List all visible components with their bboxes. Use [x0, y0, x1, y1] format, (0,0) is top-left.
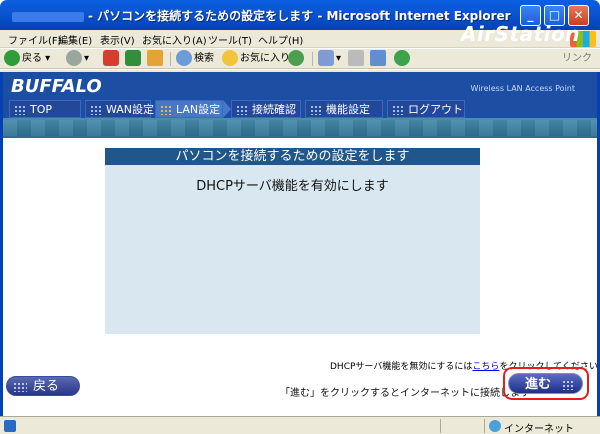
brand-header: BUFFALO Wireless LAN Access Point: [3, 72, 597, 100]
button-dots-icon: [13, 382, 27, 392]
next-button[interactable]: 進む: [508, 373, 583, 394]
window-title: - パソコンを接続するための設定をします - Microsoft Interne…: [12, 7, 511, 24]
status-divider: [440, 419, 441, 433]
panel-title: パソコンを接続するための設定をします: [105, 148, 480, 165]
mail-icon: [318, 50, 334, 66]
refresh-icon: [125, 50, 141, 66]
menu-edit[interactable]: 編集(E): [58, 32, 92, 47]
printer-icon: [348, 50, 364, 66]
disable-dhcp-link[interactable]: こちら: [472, 362, 499, 372]
messenger-button[interactable]: [394, 50, 412, 68]
browser-toolbar: 戻る ▾ ▾ 検索 お気に入り ▾ リンク: [0, 49, 600, 69]
main-nav: TOP WAN設定 LAN設定 接続確認 機能設定 ログアウト: [3, 100, 597, 118]
refresh-button[interactable]: [125, 50, 143, 68]
decorative-band: [3, 118, 597, 138]
status-bar: インターネット: [0, 416, 600, 434]
internet-zone-icon: [489, 420, 501, 432]
airstation-logo: AirStation: [460, 22, 580, 46]
menu-tools[interactable]: ツール(T): [208, 32, 252, 47]
tab-lan-settings[interactable]: LAN設定: [155, 100, 223, 118]
tab-top[interactable]: TOP: [9, 100, 81, 118]
stop-button[interactable]: [103, 50, 121, 68]
search-icon: [176, 50, 192, 66]
button-dots-icon: [562, 380, 574, 390]
buffalo-logo: BUFFALO: [11, 76, 102, 97]
menu-help[interactable]: ヘルプ(H): [258, 32, 303, 47]
settings-panel: パソコンを接続するための設定をします DHCPサーバ機能を有効にします: [105, 148, 480, 334]
toolbar-divider: [312, 52, 313, 66]
favorites-button[interactable]: お気に入り: [222, 50, 290, 68]
tab-logout[interactable]: ログアウト: [387, 100, 465, 118]
menu-file[interactable]: ファイル(F): [8, 32, 62, 47]
back-button[interactable]: 戻る ▾: [4, 50, 50, 68]
back-nav-button[interactable]: 戻る: [6, 376, 80, 396]
tab-dots-icon: [160, 105, 171, 115]
toolbar-divider: [170, 52, 171, 66]
page-status-icon: [4, 420, 16, 432]
active-tab-arrow-icon: [223, 100, 231, 118]
tab-dots-icon: [310, 105, 321, 115]
panel-message: DHCPサーバ機能を有効にします: [196, 179, 389, 194]
stop-icon: [103, 50, 119, 66]
product-subtitle: Wireless LAN Access Point: [470, 84, 575, 93]
tab-dots-icon: [236, 105, 247, 115]
tab-dots-icon: [90, 105, 101, 115]
home-button[interactable]: [147, 50, 165, 68]
security-zone-label: インターネット: [504, 424, 574, 434]
tab-feature-settings[interactable]: 機能設定: [305, 100, 383, 118]
next-instruction: 「進む」をクリックするとインターネットに接続します: [280, 388, 530, 399]
home-icon: [147, 50, 163, 66]
redacted-title-part: [12, 11, 84, 22]
tab-wan-settings[interactable]: WAN設定: [85, 100, 154, 118]
star-icon: [222, 50, 238, 66]
back-arrow-icon: [4, 50, 20, 66]
menu-view[interactable]: 表示(V): [100, 32, 135, 47]
decorative-pattern: [3, 120, 597, 136]
edit-button[interactable]: [370, 50, 388, 68]
status-divider: [484, 419, 485, 433]
edit-icon: [370, 50, 386, 66]
tab-dots-icon: [14, 105, 25, 115]
messenger-icon: [394, 50, 410, 66]
history-icon: [288, 50, 304, 66]
mail-button[interactable]: ▾: [318, 50, 341, 68]
print-button[interactable]: [348, 50, 366, 68]
tab-connection-check[interactable]: 接続確認: [231, 100, 301, 118]
forward-button[interactable]: ▾: [66, 50, 89, 68]
search-button[interactable]: 検索: [176, 50, 214, 68]
history-button[interactable]: [288, 50, 306, 68]
menu-favorites[interactable]: お気に入り(A): [142, 32, 207, 47]
tab-dots-icon: [392, 105, 403, 115]
links-label[interactable]: リンク: [562, 50, 592, 68]
forward-arrow-icon: [66, 50, 82, 66]
